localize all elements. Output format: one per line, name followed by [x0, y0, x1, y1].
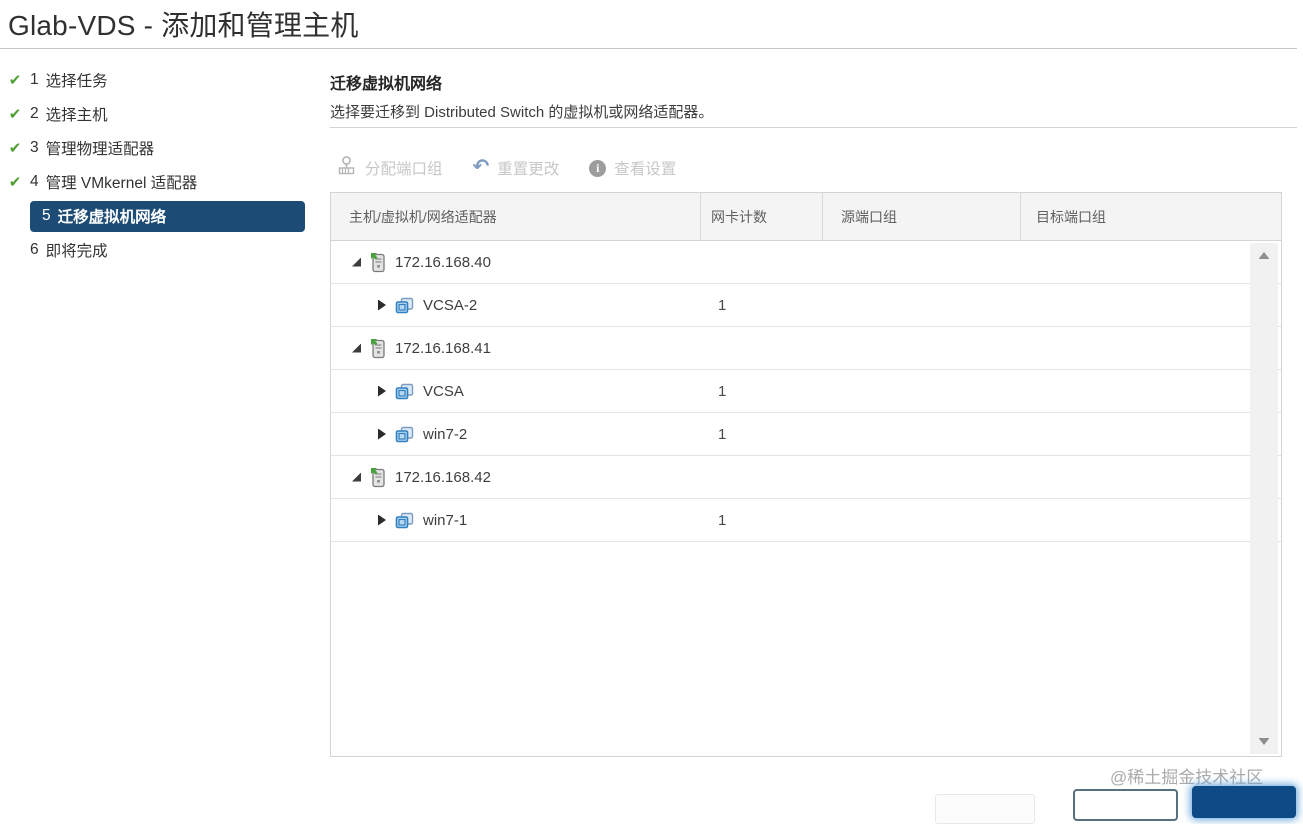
- sidebar-step-5[interactable]: ✔ 5 迁移虚拟机网络: [0, 199, 330, 233]
- vertical-scrollbar[interactable]: [1250, 243, 1278, 754]
- undo-icon: ↶: [472, 156, 490, 178]
- host-row[interactable]: 172.16.168.41: [331, 327, 1281, 370]
- step-number: 4: [30, 173, 39, 190]
- column-header-0[interactable]: 主机/虚拟机/网络适配器: [331, 193, 701, 240]
- step-check-icon: ✔: [8, 72, 22, 89]
- nic-count-cell: 1: [718, 296, 727, 314]
- toolbar-button-label: 查看设置: [614, 161, 677, 178]
- vm-row[interactable]: win7-1 1: [331, 499, 1281, 542]
- cancel-button[interactable]: [935, 794, 1035, 824]
- name-cell: 172.16.168.41: [331, 338, 701, 359]
- host-icon: [370, 467, 386, 488]
- step-label: 选择主机: [45, 107, 108, 124]
- node-name: 172.16.168.41: [395, 339, 491, 357]
- host-row[interactable]: 172.16.168.42: [331, 456, 1281, 499]
- collapse-toggle-icon[interactable]: [352, 257, 361, 267]
- step-number: 5: [42, 207, 51, 224]
- table-toolbar: 分配端口组 ↶ 重置更改 i 查看设置: [336, 152, 676, 184]
- column-header-1[interactable]: 网卡计数: [701, 193, 823, 240]
- step-number: 2: [30, 105, 39, 122]
- vm-icon: [395, 512, 414, 529]
- step-number: 3: [30, 139, 39, 156]
- add-and-manage-hosts-wizard: { "window": { "title": "Glab-VDS - 添加和管理…: [0, 0, 1303, 824]
- step-check-icon: ✔: [8, 174, 22, 191]
- vm-icon: [395, 383, 414, 400]
- sidebar-step-3[interactable]: ✔ 3 管理物理适配器: [0, 131, 330, 165]
- watermark: @稀土掘金技术社区: [1110, 768, 1264, 787]
- name-cell: win7-2: [331, 426, 701, 443]
- vm-network-grid: 主机/虚拟机/网络适配器 网卡计数 源端口组 目标端口组 172.16.168.40 …: [330, 192, 1282, 757]
- step-label: 选择任务: [45, 73, 108, 90]
- column-header-3[interactable]: 目标端口组: [1021, 193, 1281, 240]
- node-name: win7-2: [423, 425, 468, 443]
- node-name: win7-1: [423, 511, 468, 529]
- panel-description: 选择要迁移到 Distributed Switch 的虚拟机或网络适配器。: [330, 104, 714, 121]
- node-name: 172.16.168.42: [395, 468, 491, 486]
- vm-row[interactable]: VCSA-2 1: [331, 284, 1281, 327]
- sidebar-step-2[interactable]: ✔ 2 选择主机: [0, 97, 330, 131]
- title-divider: [0, 48, 1297, 49]
- info-icon: i: [589, 160, 607, 177]
- nic-count-cell: 1: [718, 382, 727, 400]
- scroll-up-icon[interactable]: [1258, 252, 1270, 259]
- expand-toggle-icon[interactable]: [378, 299, 386, 311]
- node-name: VCSA-2: [423, 296, 478, 314]
- name-cell: 172.16.168.40: [331, 252, 701, 273]
- collapse-toggle-icon[interactable]: [352, 472, 361, 482]
- vm-row[interactable]: VCSA 1: [331, 370, 1281, 413]
- expand-toggle-icon[interactable]: [378, 385, 386, 397]
- vm-icon: [395, 297, 414, 314]
- toolbar-button-label: 分配端口组: [365, 161, 443, 178]
- assign-port-group-icon: [336, 155, 357, 181]
- expand-toggle-icon[interactable]: [378, 514, 386, 526]
- step-label: 管理 VMkernel 适配器: [45, 175, 198, 192]
- name-cell: win7-1: [331, 512, 701, 529]
- step-label: 管理物理适配器: [45, 141, 155, 158]
- name-cell: VCSA: [331, 383, 701, 400]
- page-title: Glab-VDS - 添加和管理主机: [8, 10, 359, 41]
- next-button[interactable]: [1192, 786, 1296, 818]
- panel-divider: [330, 127, 1297, 128]
- toolbar-undo[interactable]: ↶ 重置更改: [473, 157, 560, 179]
- nic-count-cell: 1: [718, 511, 727, 529]
- grid-body: 172.16.168.40 VCSA-2 1 172.16.168.41 VCS…: [331, 241, 1281, 756]
- host-row[interactable]: 172.16.168.40: [331, 241, 1281, 284]
- undo-icon: ↶: [472, 156, 490, 178]
- sidebar-step-6[interactable]: ✔ 6 即将完成: [0, 233, 330, 267]
- step-check-icon: ✔: [8, 106, 22, 123]
- step-check-icon: ✔: [8, 140, 22, 157]
- back-button[interactable]: [1073, 789, 1178, 821]
- nic-count-cell: 1: [718, 425, 727, 443]
- node-name: VCSA: [423, 382, 464, 400]
- host-icon: [370, 338, 386, 359]
- toolbar-assign-port-group[interactable]: 分配端口组: [336, 155, 443, 181]
- sidebar-step-1[interactable]: ✔ 1 选择任务: [0, 63, 330, 97]
- wizard-steps-sidebar: ✔ 1 选择任务 ✔ 2 选择主机 ✔ 3 管理物理适配器 ✔ 4 管理 VMk…: [0, 63, 330, 267]
- step-number: 6: [30, 241, 39, 258]
- sidebar-step-4[interactable]: ✔ 4 管理 VMkernel 适配器: [0, 165, 330, 199]
- step-label: 迁移虚拟机网络: [57, 209, 167, 226]
- collapse-toggle-icon[interactable]: [352, 343, 361, 353]
- vm-row[interactable]: win7-2 1: [331, 413, 1281, 456]
- column-header-2[interactable]: 源端口组: [823, 193, 1021, 240]
- name-cell: 172.16.168.42: [331, 467, 701, 488]
- info-icon: i: [589, 159, 607, 177]
- host-icon: [370, 252, 386, 273]
- step-label: 即将完成: [45, 243, 108, 260]
- name-cell: VCSA-2: [331, 297, 701, 314]
- grid-header-row: 主机/虚拟机/网络适配器 网卡计数 源端口组 目标端口组: [331, 193, 1281, 241]
- toolbar-button-label: 重置更改: [497, 161, 560, 178]
- panel-heading: 迁移虚拟机网络: [330, 76, 443, 93]
- expand-toggle-icon[interactable]: [378, 428, 386, 440]
- step-number: 1: [30, 71, 39, 88]
- scroll-down-icon[interactable]: [1258, 738, 1270, 745]
- node-name: 172.16.168.40: [395, 253, 491, 271]
- vm-icon: [395, 426, 414, 443]
- toolbar-info[interactable]: i 查看设置: [589, 157, 676, 179]
